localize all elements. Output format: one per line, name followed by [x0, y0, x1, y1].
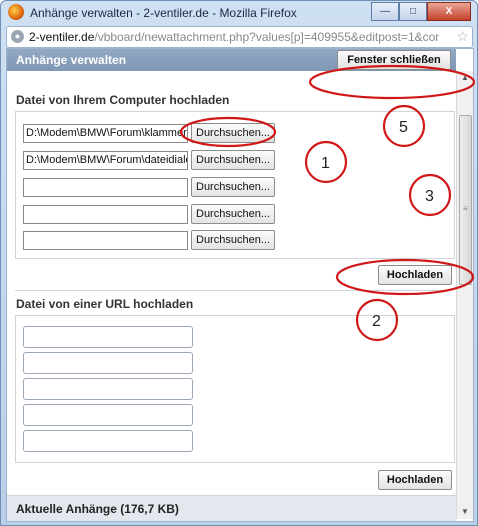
file-input-5[interactable]	[23, 231, 188, 250]
url-input-1[interactable]	[23, 326, 193, 348]
url-domain: 2-ventiler.de	[29, 30, 95, 44]
upload-button-url[interactable]: Hochladen	[378, 470, 452, 490]
page-title: Anhänge verwalten	[16, 53, 127, 67]
file-input-2[interactable]: D:\Modem\BMW\Forum\dateidialog	[23, 151, 188, 170]
upload-url-title: Datei von einer URL hochladen	[16, 297, 194, 311]
current-attachments-title: Aktuelle Anhänge (176,7 KB)	[16, 502, 179, 516]
browse-button-1[interactable]: Durchsuchen...	[191, 123, 275, 143]
scroll-up-icon[interactable]: ▲	[461, 73, 469, 82]
browse-button-2[interactable]: Durchsuchen...	[191, 150, 275, 170]
upload-computer-title: Datei von Ihrem Computer hochladen	[16, 93, 230, 107]
divider	[15, 290, 453, 291]
browse-button-3[interactable]: Durchsuchen...	[191, 177, 275, 197]
file-input-3[interactable]	[23, 178, 188, 197]
url-input-5[interactable]	[23, 430, 193, 452]
vertical-scrollbar[interactable]: ▲ ≡ ▼	[456, 71, 473, 519]
maximize-button[interactable]: □	[399, 2, 427, 21]
firefox-icon	[8, 4, 24, 20]
browse-button-5[interactable]: Durchsuchen...	[191, 230, 275, 250]
globe-icon: ●	[11, 30, 24, 43]
browse-button-4[interactable]: Durchsuchen...	[191, 204, 275, 224]
url-text[interactable]: 2-ventiler.de/vbboard/newattachment.php?…	[29, 30, 449, 44]
minimize-button[interactable]: —	[371, 2, 399, 21]
scrollbar-thumb[interactable]: ≡	[459, 115, 472, 285]
url-input-2[interactable]	[23, 352, 193, 374]
grip-icon: ≡	[463, 204, 468, 213]
window-title: Anhänge verwalten - 2-ventiler.de - Mozi…	[30, 6, 297, 20]
address-bar[interactable]: ● 2-ventiler.de/vbboard/newattachment.ph…	[6, 26, 473, 48]
upload-button-computer[interactable]: Hochladen	[378, 265, 452, 285]
title-bar: Anhänge verwalten - 2-ventiler.de - Mozi…	[1, 1, 477, 25]
file-input-1[interactable]: D:\Modem\BMW\Forum\klammer.jp	[23, 124, 188, 143]
bookmark-star-icon[interactable]: ☆	[456, 28, 469, 45]
close-popup-button[interactable]: Fenster schließen	[337, 50, 451, 70]
browser-window: Anhänge verwalten - 2-ventiler.de - Mozi…	[0, 0, 478, 526]
url-input-3[interactable]	[23, 378, 193, 400]
window-controls: — □ X	[371, 2, 471, 21]
scroll-down-icon[interactable]: ▼	[461, 507, 469, 516]
page-content: Anhänge verwalten Fenster schließen Date…	[6, 48, 474, 522]
url-path: /vbboard/newattachment.php?values[p]=409…	[94, 30, 440, 44]
current-attachments-bar: Aktuelle Anhänge (176,7 KB)	[7, 495, 456, 521]
page-header: Anhänge verwalten Fenster schließen	[7, 49, 456, 71]
file-input-4[interactable]	[23, 205, 188, 224]
url-input-4[interactable]	[23, 404, 193, 426]
close-window-button[interactable]: X	[427, 2, 471, 21]
